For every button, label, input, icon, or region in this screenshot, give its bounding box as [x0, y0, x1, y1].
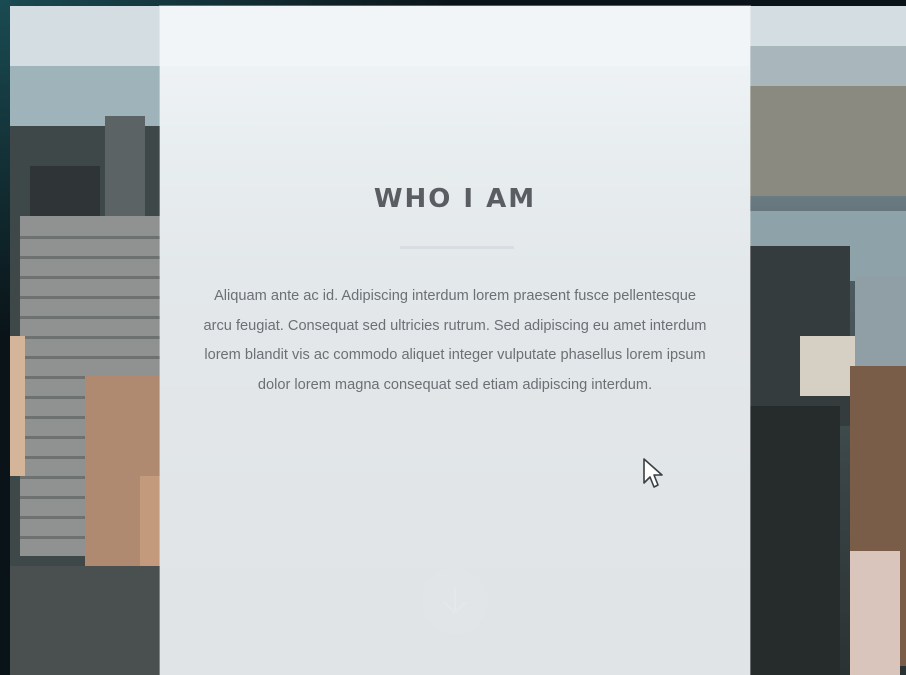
screen: WHO I AM Aliquam ante ac id. Adipiscing …	[0, 0, 906, 675]
who-i-am-panel: WHO I AM Aliquam ante ac id. Adipiscing …	[160, 6, 750, 675]
title-divider	[400, 246, 514, 249]
section-title: WHO I AM	[160, 184, 750, 214]
scroll-down-button[interactable]	[422, 568, 488, 634]
mouse-pointer-icon	[642, 457, 666, 491]
section-body-text: Aliquam ante ac id. Adipiscing interdum …	[200, 282, 710, 400]
arrow-down-icon	[440, 583, 470, 619]
